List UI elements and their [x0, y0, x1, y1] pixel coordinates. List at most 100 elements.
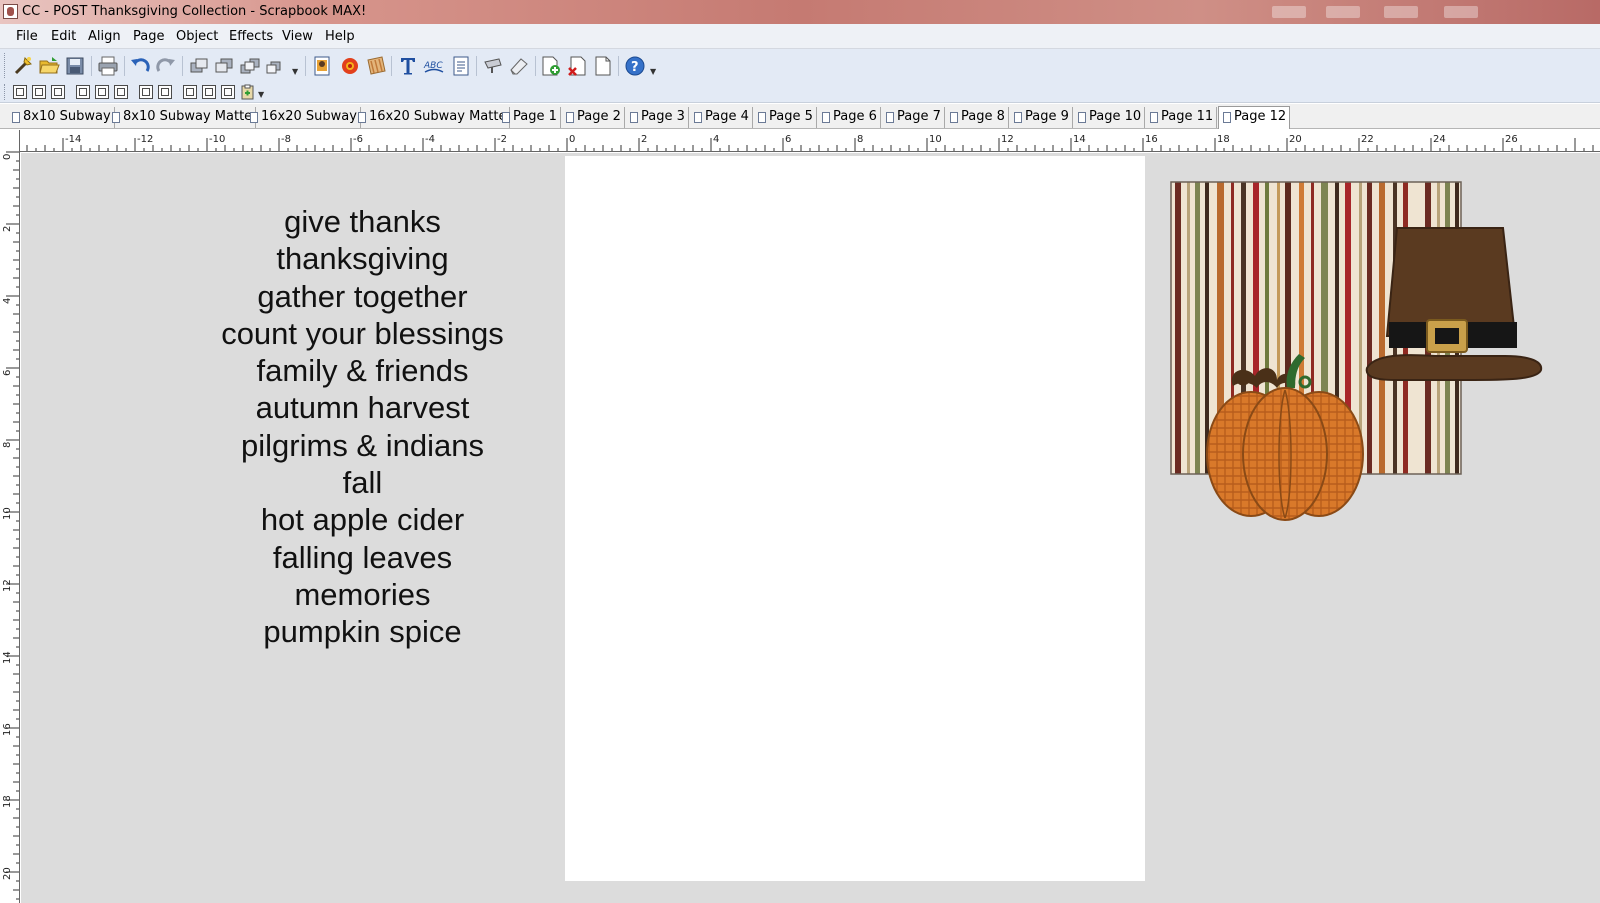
page-icon	[1078, 112, 1086, 123]
tab-page-10[interactable]: Page 10	[1074, 107, 1146, 128]
add-paper-icon[interactable]	[365, 55, 387, 77]
word-line[interactable]: falling leaves	[160, 539, 565, 576]
page-icon	[694, 112, 702, 123]
toolbar-grip[interactable]	[4, 84, 7, 100]
tab-page-9[interactable]: Page 9	[1010, 107, 1073, 128]
tab-label: Page 6	[833, 109, 877, 124]
menu-object[interactable]: Object	[176, 29, 218, 44]
align-toolbar: ▼	[0, 82, 1600, 103]
word-line[interactable]: memories	[160, 576, 565, 613]
menu-align[interactable]: Align	[88, 29, 121, 44]
help-icon[interactable]: ?	[624, 55, 646, 77]
duplicate-page-icon[interactable]	[592, 55, 614, 77]
new-project-icon[interactable]	[12, 55, 34, 77]
tab-16x20-subway[interactable]: 16x20 Subway	[246, 107, 361, 128]
word-line[interactable]: gather together	[160, 278, 565, 315]
order-dropdown-arrow[interactable]: ▼	[292, 67, 298, 76]
ruler-label: 18	[2, 795, 13, 808]
group-icon[interactable]	[183, 85, 197, 99]
tab-page-4[interactable]: Page 4	[690, 107, 753, 128]
word-line[interactable]: autumn harvest	[160, 389, 565, 426]
horizontal-ruler[interactable]: -14 -12 -10 -8 -6 -4 -2 0 2 4 6 8 10 12 14 16 18 20 22 24 26	[20, 130, 1600, 152]
tab-8x10-subway[interactable]: 8x10 Subway	[8, 107, 115, 128]
align-top-icon[interactable]	[76, 85, 90, 99]
app-icon[interactable]	[3, 4, 18, 19]
scrapbook-page[interactable]	[565, 156, 1145, 881]
stamp-icon[interactable]	[482, 55, 504, 77]
page-icon	[630, 112, 638, 123]
align-left-icon[interactable]	[13, 85, 27, 99]
tab-page-2[interactable]: Page 2	[562, 107, 625, 128]
help-dropdown-arrow[interactable]: ▼	[650, 67, 656, 76]
add-embellishment-icon[interactable]	[339, 55, 361, 77]
ruler-label: 8	[2, 442, 13, 448]
tab-page-8[interactable]: Page 8	[946, 107, 1009, 128]
align-bottom-icon[interactable]	[114, 85, 128, 99]
journal-icon[interactable]	[450, 55, 472, 77]
align-dropdown-arrow[interactable]: ▼	[258, 90, 264, 99]
page-icon	[822, 112, 830, 123]
ruler-label: 14	[2, 651, 13, 664]
word-line[interactable]: family & friends	[160, 352, 565, 389]
align-right-icon[interactable]	[51, 85, 65, 99]
word-line[interactable]: pilgrims & indians	[160, 427, 565, 464]
decorative-title-highlight	[1384, 6, 1418, 18]
add-photo-icon[interactable]	[311, 55, 333, 77]
tab-label: 16x20 Subway	[261, 109, 357, 124]
ruler-label: 16	[2, 723, 13, 736]
page-icon	[12, 112, 20, 123]
lock-icon[interactable]	[221, 85, 235, 99]
menu-file[interactable]: File	[16, 29, 38, 44]
space-vertical-icon[interactable]	[158, 85, 172, 99]
delete-page-icon[interactable]	[566, 55, 588, 77]
word-line[interactable]: count your blessings	[160, 315, 565, 352]
undo-icon[interactable]	[129, 55, 151, 77]
menu-help[interactable]: Help	[325, 29, 355, 44]
word-line[interactable]: thanksgiving	[160, 240, 565, 277]
tab-page-11[interactable]: Page 11	[1146, 107, 1218, 128]
print-icon[interactable]	[97, 55, 119, 77]
align-middle-icon[interactable]	[95, 85, 109, 99]
open-icon[interactable]	[38, 55, 60, 77]
menu-page[interactable]: Page	[133, 29, 164, 44]
thanksgiving-artwork[interactable]	[1165, 176, 1545, 526]
add-text-icon[interactable]	[397, 55, 419, 77]
tab-page-7[interactable]: Page 7	[882, 107, 945, 128]
word-line[interactable]: fall	[160, 464, 565, 501]
menu-edit[interactable]: Edit	[51, 29, 76, 44]
paste-icon[interactable]	[240, 84, 256, 100]
menu-view[interactable]: View	[282, 29, 313, 44]
menu-effects[interactable]: Effects	[229, 29, 273, 44]
ruler-label: 8	[857, 134, 863, 145]
vertical-ruler[interactable]: 0 2 4 6 8 10 12 14 16 18 20	[0, 130, 20, 903]
ungroup-icon[interactable]	[202, 85, 216, 99]
word-line[interactable]: pumpkin spice	[160, 613, 565, 650]
eraser-icon[interactable]	[508, 55, 530, 77]
decorative-title-highlight	[1326, 6, 1360, 18]
tab-label: Page 11	[1161, 109, 1214, 124]
tab-page-5[interactable]: Page 5	[754, 107, 817, 128]
tab-page-6[interactable]: Page 6	[818, 107, 881, 128]
space-horizontal-icon[interactable]	[139, 85, 153, 99]
send-backward-icon[interactable]	[213, 55, 235, 77]
toolbar-grip[interactable]	[4, 53, 7, 78]
word-line[interactable]: give thanks	[160, 203, 565, 240]
save-icon[interactable]	[64, 55, 86, 77]
subway-word-list[interactable]: give thanks thanksgiving gather together…	[160, 203, 565, 651]
align-center-icon[interactable]	[32, 85, 46, 99]
ruler-label: -2	[497, 134, 507, 145]
tab-page-12[interactable]: Page 12	[1218, 106, 1291, 129]
tab-page-1[interactable]: Page 1	[498, 107, 561, 128]
bring-forward-icon[interactable]	[188, 55, 210, 77]
bring-to-front-icon[interactable]	[239, 55, 261, 77]
tab-16x20-subway-matte[interactable]: 16x20 Subway Matte	[354, 107, 511, 128]
redo-icon[interactable]	[155, 55, 177, 77]
tab-8x10-subway-matte[interactable]: 8x10 Subway Matte	[108, 107, 257, 128]
word-art-icon[interactable]: ABC	[423, 55, 445, 77]
word-line[interactable]: hot apple cider	[160, 501, 565, 538]
send-to-back-icon[interactable]	[265, 55, 287, 77]
tab-page-3[interactable]: Page 3	[626, 107, 689, 128]
add-page-icon[interactable]	[540, 55, 562, 77]
ruler-label: 4	[713, 134, 719, 145]
ruler-label: -10	[209, 134, 225, 145]
